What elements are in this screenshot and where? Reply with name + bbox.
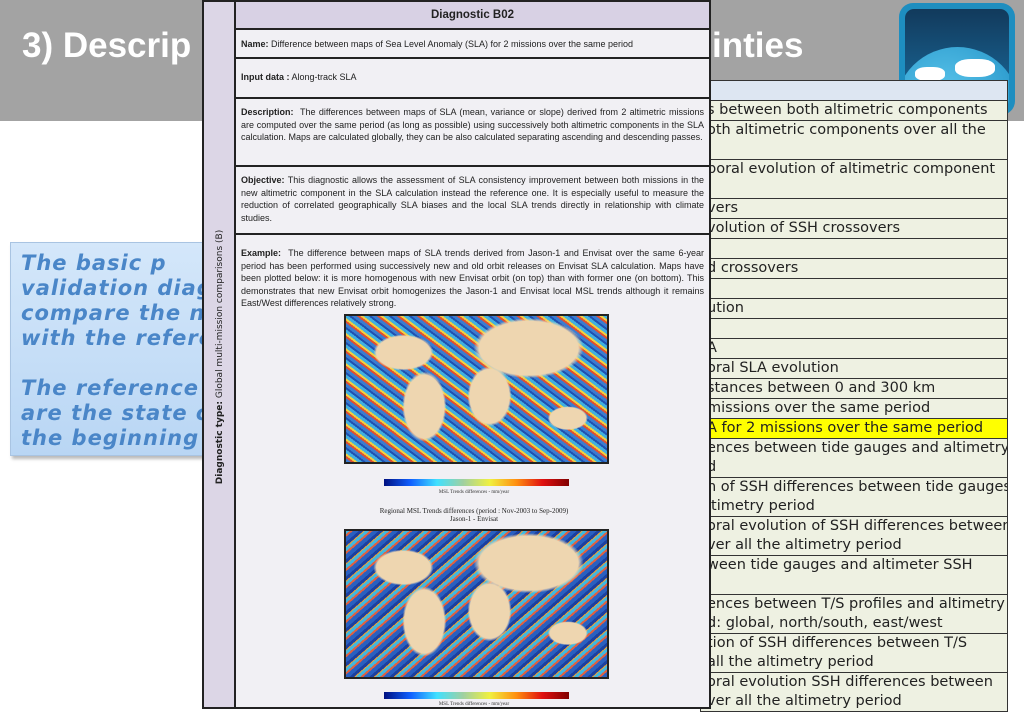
- diagnostic-document: Diagnostic type: Global multi-mission co…: [202, 0, 711, 709]
- table-row: missions over the same period: [700, 399, 1008, 419]
- row-text: d crossovers: [707, 260, 799, 276]
- table-header-row: [700, 80, 1008, 101]
- type-value: Global multi-mission comparisons (B): [215, 229, 225, 399]
- table-row: poral evolution of altimetric component: [700, 160, 1008, 199]
- table-row: volution of SSH crossovers: [700, 219, 1008, 239]
- row-text: vers: [707, 200, 739, 216]
- name-cell: Name: Difference between maps of Sea Lev…: [236, 30, 709, 59]
- type-label: Diagnostic type:: [215, 401, 225, 485]
- table-row: s between both altimetric components: [700, 101, 1008, 121]
- table-row: tion of SSH differences between T/S all t…: [700, 634, 1008, 673]
- row-text: volution of SSH crossovers: [707, 220, 901, 236]
- row-text: [707, 575, 1000, 594]
- name-value: Difference between maps of Sea Level Ano…: [271, 39, 634, 49]
- row-text: ween tide gauges and altimeter SSH: [707, 557, 973, 573]
- row-text: [707, 239, 1000, 258]
- table-row: oral evolution of SSH differences betwee…: [700, 517, 1008, 556]
- row-text: [707, 319, 1000, 338]
- input-value: Along-track SLA: [291, 72, 357, 82]
- map2-title-text: Regional MSL Trends differences (period …: [379, 507, 569, 515]
- row-text: oral SLA evolution: [707, 360, 839, 376]
- row-text: [707, 279, 1000, 298]
- colorbar: [384, 479, 569, 486]
- row-text: A: [707, 340, 717, 356]
- row-text: ences between T/S profiles and altimetry: [707, 596, 1005, 612]
- table-row: ences between tide gauges and altimetry d: [700, 439, 1008, 478]
- table-row: A for 2 missions over the same period: [700, 419, 1008, 439]
- sla-trend-map-new-orbit: [344, 314, 609, 464]
- objective-value: This diagnostic allows the assessment of…: [241, 175, 705, 223]
- diagnostic-type-strip: Diagnostic type: Global multi-mission co…: [204, 2, 236, 707]
- table-row: oth altimetric components over all the: [700, 121, 1008, 160]
- example-label: Example:: [241, 248, 282, 258]
- table-row: d crossovers: [700, 259, 1008, 279]
- row-text: ences between tide gauges and altimetry: [707, 440, 1008, 456]
- slide-title: 3) Descrip inties: [22, 26, 803, 66]
- row-text: s between both altimetric components: [707, 102, 988, 118]
- row-text: oth altimetric components over all the: [707, 122, 986, 138]
- row-text: A for 2 missions over the same period: [707, 420, 984, 436]
- row-text: [707, 179, 1000, 198]
- row-text: stances between 0 and 300 km: [707, 380, 936, 396]
- row-text: all the altimetry period: [707, 654, 874, 670]
- example-value: The difference between maps of SLA trend…: [241, 248, 704, 308]
- row-text: n of SSH differences between tide gauges: [707, 479, 1008, 495]
- objective-label: Objective:: [241, 175, 285, 185]
- document-title: Diagnostic B02: [236, 2, 709, 30]
- colorbar-label-2: MSL Trends differences - mm/year: [438, 702, 510, 707]
- description-cell: Description: The differences between map…: [236, 99, 709, 167]
- table-row: oral evolution SSH differences between ve…: [700, 673, 1008, 712]
- description-value: The differences between maps of SLA (mea…: [241, 107, 704, 142]
- table-row: [700, 279, 1008, 299]
- input-label: Input data :: [241, 72, 290, 82]
- slide-title-left: 3) Descrip: [22, 26, 192, 65]
- table-row: oral SLA evolution: [700, 359, 1008, 379]
- diagnostics-table: s between both altimetric components oth …: [700, 80, 1008, 712]
- table-row: n of SSH differences between tide gauges…: [700, 478, 1008, 517]
- row-text: tion of SSH differences between T/S: [707, 635, 968, 651]
- objective-cell: Objective: This diagnostic allows the as…: [236, 167, 709, 235]
- table-row: vers: [700, 199, 1008, 219]
- table-row: A: [700, 339, 1008, 359]
- input-cell: Input data : Along-track SLA: [236, 59, 709, 99]
- slide-title-right: inties: [712, 26, 804, 65]
- sla-trend-map-old-orbit: [344, 529, 609, 679]
- row-text: ltimetry period: [707, 498, 815, 514]
- table-row: ution: [700, 299, 1008, 319]
- row-text: ution: [707, 300, 744, 316]
- map2-subtitle: Jason-1 - Envisat: [449, 515, 499, 523]
- table-row: ences between T/S profiles and altimetry…: [700, 595, 1008, 634]
- row-text: ver all the altimetry period: [707, 693, 902, 709]
- description-label: Description:: [241, 107, 294, 117]
- row-text: [707, 140, 1000, 159]
- row-text: d: global, north/south, east/west: [707, 615, 943, 631]
- table-row: stances between 0 and 300 km: [700, 379, 1008, 399]
- map2-title: Regional MSL Trends differences (period …: [324, 507, 624, 523]
- row-text: oral evolution of SSH differences betwee…: [707, 518, 1008, 534]
- colorbar-label: MSL Trends differences - mm/year: [438, 490, 510, 495]
- name-label: Name:: [241, 39, 269, 49]
- row-text: poral evolution of altimetric component: [707, 161, 996, 177]
- colorbar-2: [384, 692, 569, 699]
- row-text: d: [707, 459, 717, 475]
- table-row: [700, 239, 1008, 259]
- table-row: ween tide gauges and altimeter SSH: [700, 556, 1008, 595]
- row-text: oral evolution SSH differences between: [707, 674, 993, 690]
- row-text: ver all the altimetry period: [707, 537, 902, 553]
- table-row: [700, 319, 1008, 339]
- row-text: missions over the same period: [707, 400, 931, 416]
